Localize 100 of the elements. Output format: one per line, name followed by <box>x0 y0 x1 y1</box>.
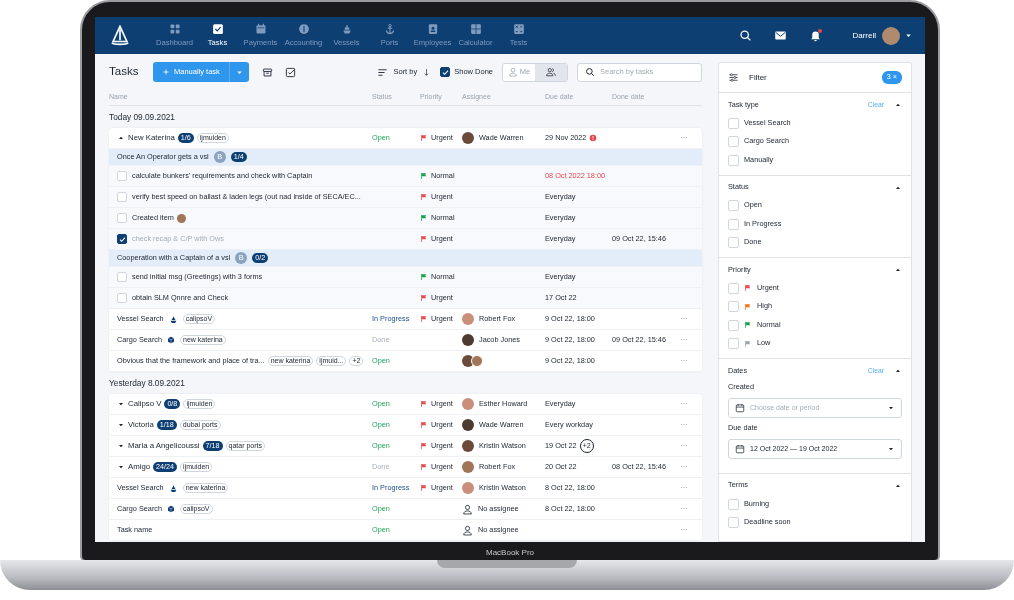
more-button[interactable]: ··· <box>680 398 688 410</box>
more-button[interactable]: ··· <box>680 503 688 515</box>
filter-checkbox[interactable] <box>728 338 739 350</box>
filter-checkbox[interactable] <box>728 282 739 294</box>
sailboat-logo <box>109 24 131 47</box>
grid-icon <box>512 22 525 35</box>
flag-icon <box>744 321 752 330</box>
checkmark-icon <box>117 234 127 244</box>
avatar <box>462 461 474 473</box>
checkmark-icon <box>440 67 450 77</box>
caret-icon <box>894 101 902 109</box>
task-checkbox[interactable] <box>117 234 127 244</box>
filter-checkbox[interactable] <box>728 200 739 212</box>
more-button[interactable]: ··· <box>680 440 688 452</box>
flag-icon <box>420 463 428 471</box>
caret-icon <box>117 463 125 471</box>
expand-button[interactable] <box>117 442 125 450</box>
caret-icon <box>117 134 125 142</box>
more-button[interactable]: ··· <box>680 334 688 346</box>
everyone-toggle[interactable] <box>535 63 567 81</box>
grid-icon <box>168 22 181 35</box>
filter-checkbox[interactable] <box>728 117 739 129</box>
filter-checkbox[interactable] <box>728 301 739 313</box>
expand-button[interactable] <box>117 400 125 408</box>
bell-button[interactable] <box>809 29 823 42</box>
more-button[interactable]: ··· <box>680 132 688 144</box>
avatar <box>462 355 474 367</box>
checkbox-icon <box>284 66 296 78</box>
flag-icon <box>420 235 428 243</box>
caret-icon <box>894 367 902 375</box>
avatar <box>462 313 474 325</box>
more-button[interactable]: ··· <box>680 419 688 431</box>
filter-checkbox[interactable] <box>728 237 739 249</box>
caret-icon <box>117 442 125 450</box>
more-button[interactable]: ··· <box>680 461 688 473</box>
ship-icon <box>168 483 178 493</box>
avatar <box>462 334 474 346</box>
filter-checkbox[interactable] <box>728 136 739 148</box>
calculator-icon <box>469 22 482 35</box>
person-icon <box>507 67 518 77</box>
archive-button[interactable] <box>261 66 273 78</box>
select-button[interactable] <box>284 66 296 78</box>
caret-icon <box>894 266 902 274</box>
group-title: Yesterday 8.09.2021 <box>109 376 186 390</box>
avatar <box>462 398 474 410</box>
calendar-icon <box>254 22 267 35</box>
filter-checkbox[interactable] <box>728 154 739 166</box>
expand-button[interactable] <box>117 421 125 429</box>
avatar <box>176 213 186 223</box>
collapse-button[interactable] <box>894 367 902 375</box>
collapse-button[interactable] <box>894 266 902 274</box>
filter-checkbox[interactable] <box>728 517 739 529</box>
user-name[interactable]: Darrell <box>852 29 876 42</box>
search-button[interactable] <box>739 29 753 42</box>
mail-button[interactable] <box>774 29 788 42</box>
archive-icon <box>261 66 273 78</box>
device-label: MacBook Pro <box>486 547 534 559</box>
more-button[interactable]: ··· <box>680 355 688 367</box>
more-button[interactable]: ··· <box>680 524 688 536</box>
flag-icon <box>420 172 428 180</box>
flag-icon <box>744 284 752 293</box>
page-title: Tasks <box>109 64 140 80</box>
ship-icon <box>168 314 178 324</box>
calendar-icon <box>735 402 745 413</box>
flag-icon <box>420 421 428 429</box>
more-button[interactable]: ··· <box>680 482 688 494</box>
id-card-icon <box>426 22 439 35</box>
mail-icon <box>774 29 788 42</box>
avatar <box>462 440 474 452</box>
sort-icon <box>377 66 389 78</box>
filter-title: Filter <box>749 71 767 84</box>
checkbox-icon <box>211 22 224 35</box>
caret-icon <box>117 400 125 408</box>
avatar <box>471 355 483 367</box>
person-icon <box>462 503 473 515</box>
search-icon <box>739 29 753 42</box>
filter-checkbox[interactable] <box>728 498 739 510</box>
people-icon <box>546 67 556 77</box>
caret-icon <box>117 421 125 429</box>
plus-icon <box>162 68 170 76</box>
filter-icon <box>728 72 739 83</box>
filter-checkbox[interactable] <box>728 218 739 230</box>
filter-checkbox[interactable] <box>728 319 739 331</box>
person-icon <box>462 524 473 536</box>
cube-icon <box>167 336 176 344</box>
search-icon <box>585 67 595 77</box>
more-button[interactable]: ··· <box>680 313 688 325</box>
expand-button[interactable] <box>117 134 125 142</box>
flag-icon <box>420 315 428 323</box>
flag-icon <box>420 400 428 408</box>
caret-icon <box>904 31 913 40</box>
coin-icon <box>297 22 310 35</box>
user-avatar[interactable] <box>882 26 900 45</box>
flag-icon <box>420 193 428 201</box>
flag-icon <box>744 302 752 311</box>
collapse-button[interactable] <box>894 101 902 109</box>
flag-icon <box>420 134 428 142</box>
flag-icon <box>420 484 428 492</box>
group-title: Today 09.09.2021 <box>109 110 176 124</box>
expand-button[interactable] <box>117 463 125 471</box>
